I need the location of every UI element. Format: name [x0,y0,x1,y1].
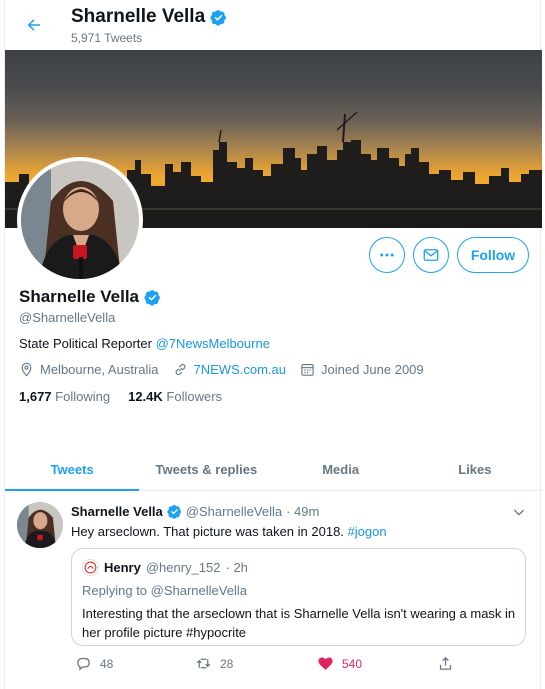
verified-badge-icon [210,9,227,26]
tab-tweets[interactable]: Tweets [5,449,140,491]
following-stat[interactable]: 1,677 Following [19,389,110,404]
tab-media[interactable]: Media [274,449,408,490]
verified-badge-icon [144,289,160,306]
header-bar: Sharnelle Vella 5,971 Tweets [5,0,542,50]
tweet-handle[interactable]: @SharnelleVella [186,504,282,519]
follow-stats: 1,677 Following 12.4K Followers [19,389,222,404]
tweet-body: Hey arseclown. That picture was taken in… [71,524,348,539]
chevron-down-icon[interactable] [511,504,527,520]
following-count: 1,677 [19,389,52,404]
calendar-icon [301,363,314,376]
more-options-button[interactable] [369,237,405,273]
join-date-text: Joined June 2009 [321,362,424,377]
profile-avatar[interactable] [17,157,143,283]
website: 7NEWS.com.au [173,362,286,377]
bio-text: State Political Reporter [19,336,156,351]
profile-name-text: Sharnelle Vella [19,287,140,306]
website-link[interactable]: 7NEWS.com.au [194,362,286,377]
reply-action[interactable]: 48 [75,655,113,672]
tweet-count: 5,971 Tweets [71,31,143,45]
quote-avatar[interactable] [82,559,99,576]
followers-label: Followers [166,389,223,404]
message-button[interactable] [413,237,449,273]
link-icon [175,363,185,376]
quoted-tweet[interactable]: Henry @henry_152 · 2h Replying to @Sharn… [71,548,526,646]
quote-text: Interesting that the arseclown that is S… [82,606,516,640]
quote-author: Henry [104,560,141,575]
tab-likes[interactable]: Likes [408,449,542,490]
like-action[interactable]: 540 [317,655,362,672]
location: Melbourne, Australia [19,362,159,377]
followers-count: 12.4K [128,389,163,404]
quote-header: Henry @henry_152 · 2h [82,559,248,576]
bio-mention-link[interactable]: @7NewsMelbourne [156,336,270,351]
more-dots-icon [380,253,394,257]
share-action[interactable] [437,655,454,672]
header-name: Sharnelle Vella [71,6,206,27]
quote-replying-to: Replying to @SharnelleVella [82,583,247,598]
tweet-header: Sharnelle Vella @SharnelleVella · 49m [71,504,319,519]
profile-handle: @SharnelleVella [19,310,116,325]
header-title: Sharnelle Vella [71,6,227,28]
profile-name: Sharnelle Vella [19,287,161,307]
share-icon [439,656,452,670]
tweet-hashtag[interactable]: #jogon [348,524,387,539]
verified-badge-icon [167,504,181,519]
profile-meta: Melbourne, Australia 7NEWS.com.au Joined… [19,362,438,377]
tweet[interactable]: Sharnelle Vella @SharnelleVella · 49m He… [5,492,542,689]
quote-time: · 2h [225,560,248,575]
following-label: Following [55,389,111,404]
profile-tabs: Tweets Tweets & replies Media Likes [5,449,542,491]
heart-filled-icon [318,657,333,670]
envelope-icon [423,249,439,261]
location-text: Melbourne, Australia [40,362,159,377]
tweet-avatar[interactable] [17,502,63,548]
tweet-time[interactable]: · 49m [286,504,319,519]
tweet-text: Hey arseclown. That picture was taken in… [71,524,387,539]
tweet-author[interactable]: Sharnelle Vella [71,504,163,519]
like-count: 540 [342,656,363,671]
quote-handle: @henry_152 [145,560,221,575]
tab-tweets-replies[interactable]: Tweets & replies [139,449,273,490]
reply-count: 48 [100,656,114,671]
followers-stat[interactable]: 12.4K Followers [128,389,222,404]
retweet-action[interactable]: 28 [195,655,233,672]
profile-column: Sharnelle Vella 5,971 Tweets Follow Shar… [4,0,542,689]
location-pin-icon [21,362,32,377]
follow-button[interactable]: Follow [457,237,529,273]
retweet-count: 28 [220,656,234,671]
tweet-actions: 48 28 540 [71,655,461,675]
back-arrow-icon[interactable] [19,10,49,40]
retweet-icon [196,658,211,669]
join-date: Joined June 2009 [300,362,424,377]
profile-bio: State Political Reporter @7NewsMelbourne [19,336,270,351]
reply-icon [77,657,90,671]
